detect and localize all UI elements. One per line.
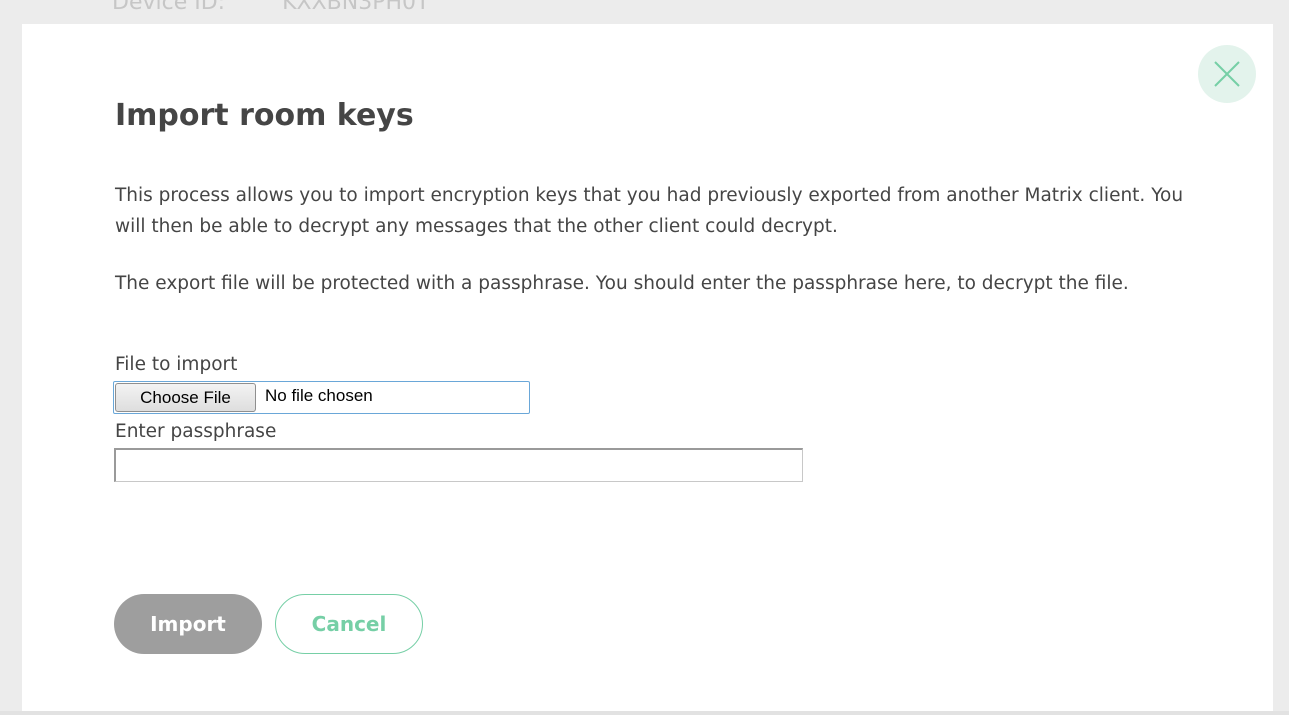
passphrase-label: Enter passphrase [115, 421, 277, 442]
file-status-text: No file chosen [265, 386, 373, 405]
device-id-label: Device ID: [112, 0, 226, 15]
file-input[interactable]: Choose File No file chosen [113, 381, 530, 414]
device-id-row: Device ID: KXXBN3PH0T [112, 0, 429, 15]
description-paragraph: This process allows you to import encryp… [115, 185, 1184, 237]
import-button[interactable]: Import [114, 594, 262, 654]
device-id-value: KXXBN3PH0T [282, 0, 430, 15]
background-divider [0, 711, 1289, 715]
passphrase-input[interactable] [114, 448, 803, 482]
import-room-keys-dialog: Import room keys This process allows you… [22, 24, 1273, 711]
close-icon [1214, 61, 1240, 87]
dialog-title: Import room keys [115, 98, 414, 133]
cancel-button[interactable]: Cancel [275, 594, 423, 654]
file-to-import-label: File to import [115, 354, 238, 375]
passphrase-info-paragraph: The export file will be protected with a… [115, 273, 1129, 294]
choose-file-button[interactable]: Choose File [115, 383, 256, 412]
close-button[interactable] [1198, 45, 1256, 103]
